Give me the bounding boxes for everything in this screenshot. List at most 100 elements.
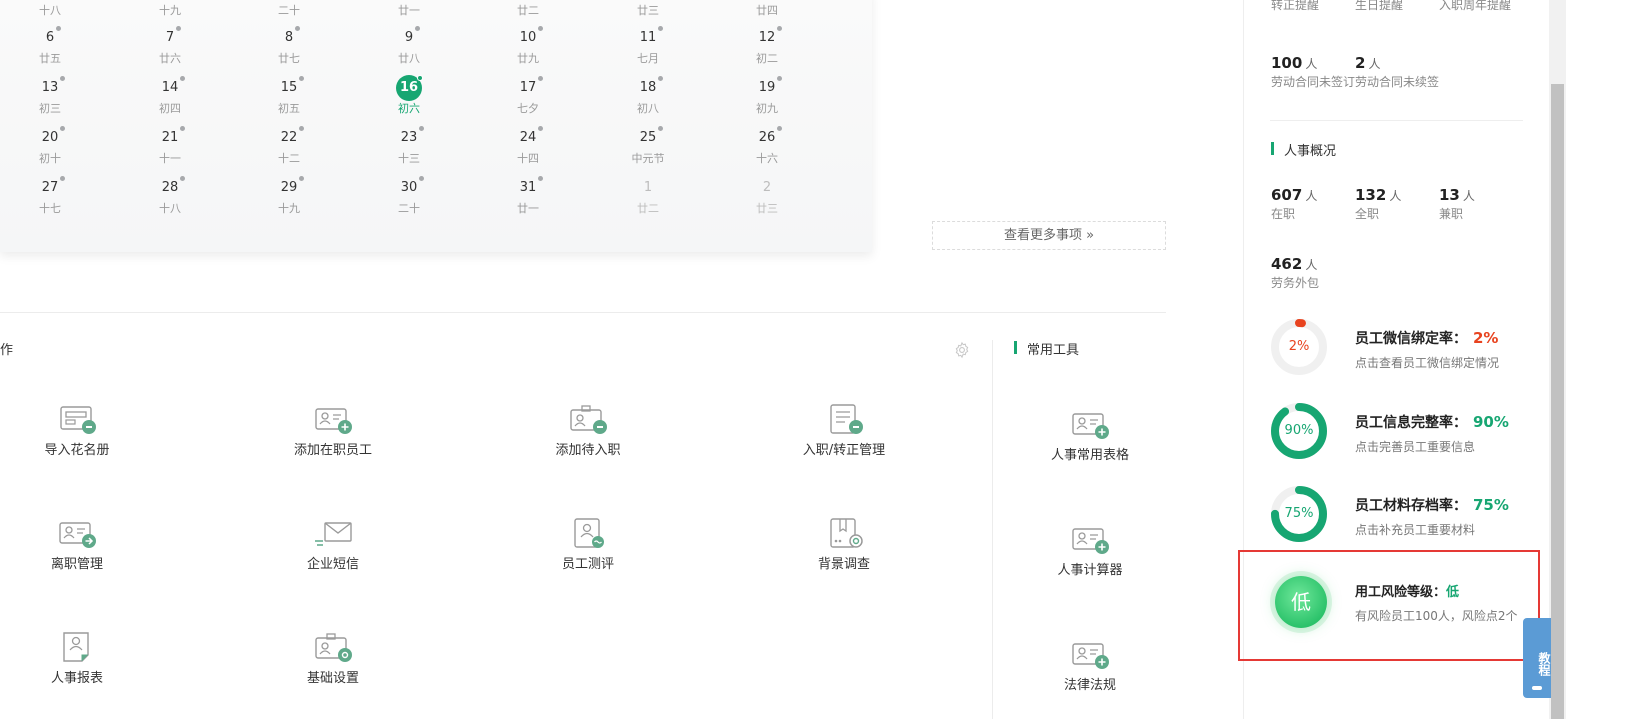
rate-title: 员工信息完整率：: [1355, 415, 1467, 431]
rate-title: 员工材料存档率：: [1355, 498, 1467, 514]
quick-action-hr-report[interactable]: 人事报表: [0, 631, 157, 687]
overview-active[interactable]: 607 人 在职: [1271, 186, 1317, 222]
tool-item[interactable]: 人事计算器: [1010, 523, 1170, 579]
event-dot: [658, 26, 664, 31]
calendar-day[interactable]: 21 十一: [130, 126, 210, 166]
calendar-day-lunar: 二十: [249, 0, 329, 18]
overview-fulltime[interactable]: 132 人 全职: [1355, 186, 1401, 222]
background-check-icon: [830, 518, 863, 548]
rate-ring: 2%: [1270, 318, 1328, 376]
quick-action-import-roster[interactable]: 导入花名册: [0, 403, 157, 459]
calendar-day[interactable]: 22 十二: [249, 126, 329, 166]
day-number: 8: [284, 30, 294, 45]
quick-action-sms[interactable]: 企业短信: [253, 517, 413, 573]
calendar-day[interactable]: 1 廿二: [608, 176, 688, 216]
day-number: 7: [165, 30, 175, 45]
quick-action-onboarding[interactable]: 入职/转正管理: [764, 403, 924, 459]
rate-percent: 2%: [1473, 329, 1499, 347]
calendar-day[interactable]: 28 十八: [130, 176, 210, 216]
tool-label: 法律法规: [1063, 678, 1116, 693]
add-employee-icon: [315, 408, 352, 434]
calendar-day[interactable]: 29 十九: [249, 176, 329, 216]
event-dot: [538, 26, 544, 31]
tools-title: 常用工具: [1014, 339, 1079, 358]
lunar-label: 廿一: [398, 4, 420, 17]
calendar-day[interactable]: 12 初二: [727, 26, 807, 66]
quick-action-resignation[interactable]: 离职管理: [0, 517, 157, 573]
calendar-day[interactable]: 24 十四: [488, 126, 568, 166]
rate-description[interactable]: 点击补充员工重要材料: [1355, 521, 1509, 538]
rate-info[interactable]: 员工微信绑定率： 2% 点击查看员工微信绑定情况: [1355, 328, 1499, 371]
calendar-day[interactable]: 15 初五: [249, 76, 329, 116]
calendar-day[interactable]: 6 廿五: [10, 26, 90, 66]
quick-actions-title: 作: [0, 343, 14, 358]
calendar-day[interactable]: 14 初四: [130, 76, 210, 116]
rate-info[interactable]: 员工信息完整率： 90% 点击完善员工重要信息: [1355, 412, 1509, 455]
day-number: 30: [400, 180, 418, 195]
reminder-anniversary[interactable]: 入职周年提醒: [1439, 0, 1511, 13]
calendar-day[interactable]: 2 廿三: [727, 176, 807, 216]
reminder-birthday[interactable]: 生日提醒: [1355, 0, 1403, 13]
calendar-day[interactable]: 17 七夕: [488, 76, 568, 116]
add-pending-hire-icon: [570, 405, 607, 434]
tool-item[interactable]: 法律法规: [1010, 638, 1170, 694]
calendar-day[interactable]: 27 十七: [10, 176, 90, 216]
rate-info[interactable]: 员工材料存档率： 75% 点击补充员工重要材料: [1355, 495, 1509, 538]
view-more-button[interactable]: 查看更多事项 »: [932, 221, 1166, 250]
calendar-day[interactable]: 9 廿八: [369, 26, 449, 66]
quick-action-add-employee[interactable]: 添加在职员工: [253, 403, 413, 459]
lunar-label: 十八: [39, 4, 61, 17]
chat-icon[interactable]: [1532, 686, 1542, 690]
calendar-day[interactable]: 25 中元节: [608, 126, 688, 166]
settings-icon: [315, 633, 352, 662]
tool-item[interactable]: 人事常用表格: [1010, 408, 1170, 464]
stat-label: 劳务外包: [1271, 276, 1320, 290]
quick-action-settings[interactable]: 基础设置: [253, 631, 413, 687]
lunar-label: 十一: [159, 152, 181, 165]
quick-action-label: 入职/转正管理: [802, 443, 886, 458]
scrollbar-thumb[interactable]: [1551, 84, 1564, 719]
calendar-day[interactable]: 11 七月: [608, 26, 688, 66]
calendar-day[interactable]: 10 廿九: [488, 26, 568, 66]
calendar-day[interactable]: 26 十六: [727, 126, 807, 166]
contract-unrenewed[interactable]: 2人 劳动合同未续签: [1355, 54, 1439, 90]
calendar-day[interactable]: 23 十三: [369, 126, 449, 166]
calendar-day[interactable]: 20 初十: [10, 126, 90, 166]
quick-action-background-check[interactable]: 背景调查: [764, 517, 924, 573]
day-number: 15: [280, 80, 298, 95]
risk-level-badge: 低: [1275, 576, 1327, 628]
calendar-day[interactable]: 8 廿七: [249, 26, 329, 66]
event-dot: [777, 76, 783, 81]
quick-action-label: 添加待入职: [555, 443, 621, 458]
tool-label: 人事计算器: [1057, 563, 1123, 578]
quick-action-evaluation[interactable]: 员工测评: [508, 517, 668, 573]
rate-description[interactable]: 点击完善员工重要信息: [1355, 438, 1509, 455]
calendar-day[interactable]: 19 初九: [727, 76, 807, 116]
risk-level-title[interactable]: 用工风险等级：低: [1355, 581, 1459, 600]
event-dot: [295, 26, 301, 31]
calendar-day[interactable]: 30 二十: [369, 176, 449, 216]
calendar-day[interactable]: 18 初八: [608, 76, 688, 116]
calendar-day[interactable]: 13 初三: [10, 76, 90, 116]
gear-icon[interactable]: [953, 341, 971, 359]
lunar-label: 七月: [637, 52, 659, 65]
reminder-probation[interactable]: 转正提醒: [1271, 0, 1319, 13]
day-number: 17: [519, 80, 537, 95]
calendar-day[interactable]: 31 廿一: [488, 176, 568, 216]
quick-action-add-pending-hire[interactable]: 添加待入职: [508, 403, 668, 459]
calendar-day[interactable]: 7 廿六: [130, 26, 210, 66]
overview-parttime[interactable]: 13 人 兼职: [1439, 186, 1475, 222]
lunar-label: 十八: [159, 202, 181, 215]
event-dot: [419, 126, 425, 131]
stat-unit: 人: [1305, 57, 1318, 71]
rate-description[interactable]: 点击查看员工微信绑定情况: [1355, 354, 1499, 371]
calendar-day[interactable]: 16 初六: [369, 75, 449, 116]
lunar-label: 廿九: [517, 52, 539, 65]
event-dot: [299, 126, 305, 131]
lunar-label: 初三: [39, 102, 61, 115]
overview-outsourced[interactable]: 462 人 劳务外包: [1271, 255, 1319, 291]
calendar-day-lunar: 廿一: [369, 0, 449, 18]
contract-unsigned[interactable]: 100 人 劳动合同未签订: [1271, 54, 1355, 90]
calendar-day-lunar: 廿二: [488, 0, 568, 18]
sms-icon: [315, 522, 352, 546]
